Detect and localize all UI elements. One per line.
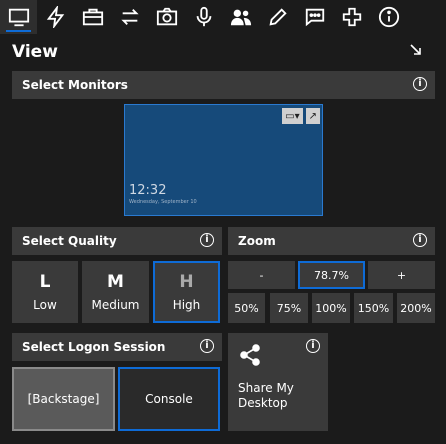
zoom-preset-150[interactable]: 150% [354,293,393,323]
select-quality-header: Select Quality i [12,227,222,255]
microphone-icon[interactable] [185,0,222,34]
zoom-header: Zoom i [228,227,435,255]
zoom-preset-200[interactable]: 200% [397,293,435,323]
monitor-preview[interactable]: ▭▾ ↗ 12:32 Wednesday, September 10 [124,104,323,216]
zoom-title: Zoom [238,234,276,248]
monitor-controls: ▭▾ ↗ [282,108,320,124]
info-icon[interactable]: i [413,233,427,247]
quality-label: Medium [91,298,140,312]
plus-cross-icon[interactable] [333,0,370,34]
logon-option-label: [Backstage] [27,392,100,406]
chat-icon[interactable] [296,0,333,34]
logon-session-header: Select Logon Session i [12,333,222,361]
logon-backstage-button[interactable]: [Backstage] [12,367,115,431]
quality-label: Low [33,298,57,312]
info-icon[interactable]: i [200,339,214,353]
info-icon[interactable]: i [200,233,214,247]
toolbox-icon[interactable] [74,0,111,34]
share-label: Share My Desktop [238,381,294,410]
quality-letter: M [107,272,124,292]
info-icon[interactable]: i [413,77,427,91]
logon-console-button[interactable]: Console [118,367,220,431]
camera-icon[interactable] [148,0,185,34]
share-desktop-button[interactable]: i Share My Desktop [228,333,328,431]
quality-label: High [172,298,201,312]
display-select-icon[interactable]: ▭▾ [282,108,303,124]
zoom-in-button[interactable]: + [368,261,435,289]
info-icon[interactable]: i [306,339,320,353]
users-icon[interactable] [222,0,259,34]
select-quality-title: Select Quality [22,234,117,248]
preview-date: Wednesday, September 10 [129,199,197,205]
logon-option-label: Console [145,392,193,406]
panel-title: View [12,42,58,62]
collapse-arrow-icon[interactable] [408,42,424,58]
zoom-preset-100[interactable]: 100% [312,293,350,323]
quality-medium-button[interactable]: M Medium [82,261,149,323]
zoom-preset-75[interactable]: 75% [270,293,308,323]
preview-time: 12:32 [129,183,167,198]
zoom-preset-50[interactable]: 50% [228,293,265,323]
top-toolbar [0,0,446,34]
zoom-out-button[interactable]: - [228,261,295,289]
expand-arrow-icon[interactable]: ↗ [305,108,320,124]
quality-letter: L [39,272,51,292]
pencil-icon[interactable] [259,0,296,34]
select-monitors-title: Select Monitors [22,78,128,92]
transfer-arrows-icon[interactable] [111,0,148,34]
zoom-value: 78.7% [298,261,365,289]
share-icon [240,344,260,366]
select-monitors-header: Select Monitors i [12,71,435,99]
quality-letter: H [179,272,194,292]
quality-high-button[interactable]: H High [153,261,220,323]
monitor-icon[interactable] [0,0,37,34]
info-circle-icon[interactable] [370,0,407,34]
quality-low-button[interactable]: L Low [12,261,78,323]
logon-session-title: Select Logon Session [22,340,166,354]
lightning-icon[interactable] [37,0,74,34]
